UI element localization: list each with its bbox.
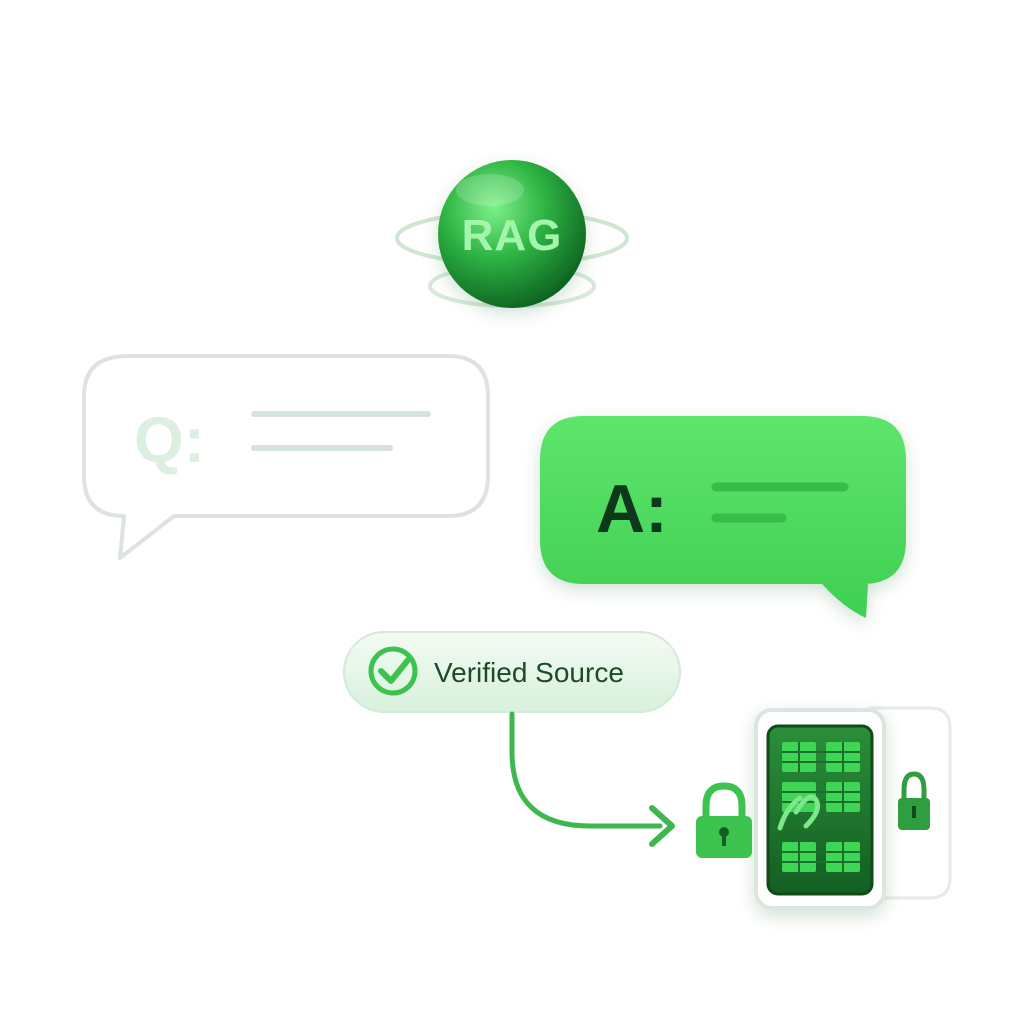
padlock-icon — [696, 782, 752, 858]
arrow-right-icon — [509, 711, 675, 847]
rag-label: RAG — [462, 211, 563, 260]
question-bubble: Q: — [82, 354, 490, 560]
question-label: Q: — [134, 404, 205, 476]
answer-bubble: A: — [540, 416, 906, 618]
arrow-connector — [509, 711, 663, 829]
answer-label: A: — [596, 471, 668, 547]
rag-orb: RAG — [395, 160, 629, 308]
rag-diagram-canvas: RAG Q: A: Verified Source — [82, 160, 952, 910]
verified-source-badge: Verified Source — [343, 631, 681, 713]
verified-source-label: Verified Source — [434, 657, 624, 688]
sphere-highlight — [456, 174, 524, 206]
